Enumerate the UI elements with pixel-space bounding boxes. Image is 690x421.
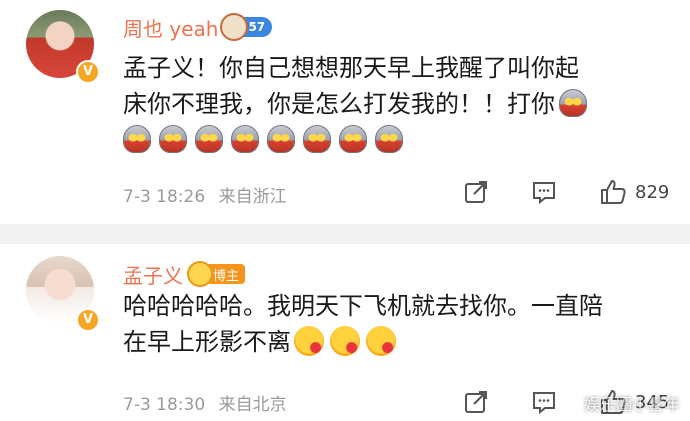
comment-time: 7-3 18:26 [123, 187, 206, 207]
comment-header: 周也 yeah 57 [123, 13, 273, 42]
host-icon [187, 261, 213, 287]
ultraman-emoji [339, 125, 367, 153]
comment-icon[interactable] [531, 389, 557, 415]
ultraman-emoji [159, 125, 187, 153]
level-badge: 57 [220, 13, 273, 41]
comment-actions: 829 [463, 178, 669, 206]
username[interactable]: 周也 yeah [123, 13, 218, 42]
emoji-row [119, 122, 663, 158]
ultraman-emoji [375, 125, 403, 153]
ultraman-emoji [123, 125, 151, 153]
comment-meta: 7-3 18:30 来自北京 [123, 390, 295, 415]
kiss-face-emoji [294, 326, 324, 356]
comment-item: V 周也 yeah 57 孟子义！你自己想想那天早上我醒了叫你起 床你不理我，你… [0, 0, 690, 224]
comment-header: 孟子义 博主 [123, 260, 246, 289]
share-icon[interactable] [463, 389, 489, 415]
ultraman-emoji [303, 125, 331, 153]
share-icon[interactable] [463, 179, 489, 205]
verified-badge: V [76, 60, 100, 84]
ultraman-emoji [195, 125, 223, 153]
comment-separator [0, 224, 690, 244]
ultraman-emoji [231, 125, 259, 153]
level-number: 57 [248, 20, 266, 34]
comment-time: 7-3 18:30 [123, 395, 206, 415]
verified-badge: V [76, 308, 100, 332]
comment-text: 哈哈哈哈哈。我明天下飞机就去找你。一直陪 在早上形影不离 [123, 288, 663, 360]
comment-text-line: 孟子义！你自己想想那天早上我醒了叫你起 [123, 54, 579, 82]
like-count: 829 [635, 181, 670, 203]
kiss-face-emoji [330, 326, 360, 356]
comment-location: 来自浙江 [218, 187, 287, 207]
host-label: 博主 [213, 268, 240, 284]
watermark: 娱乐圈小喜年 [583, 395, 680, 414]
level-icon [220, 13, 249, 41]
ultraman-emoji [559, 89, 587, 117]
comment-item: V 孟子义 博主 哈哈哈哈哈。我明天下飞机就去找你。一直陪 在早上形影不离 7-… [0, 244, 690, 421]
like-button[interactable]: 829 [599, 178, 669, 206]
comment-text-line: 床你不理我，你是怎么打发我的！！打你 [123, 86, 663, 122]
comment-location: 来自北京 [218, 395, 287, 415]
thumbs-up-icon [601, 180, 626, 204]
username[interactable]: 孟子义 [123, 260, 183, 289]
comment-text-line: 哈哈哈哈哈。我明天下飞机就去找你。一直陪 [123, 292, 603, 320]
comment-text: 孟子义！你自己想想那天早上我醒了叫你起 床你不理我，你是怎么打发我的！！打你 [123, 50, 663, 158]
comment-icon[interactable] [531, 179, 557, 205]
host-badge: 博主 [187, 261, 246, 287]
comment-text-line: 在早上形影不离 [123, 324, 663, 360]
comment-meta: 7-3 18:26 来自浙江 [123, 182, 295, 207]
kiss-face-emoji [366, 326, 396, 356]
ultraman-emoji [267, 125, 295, 153]
